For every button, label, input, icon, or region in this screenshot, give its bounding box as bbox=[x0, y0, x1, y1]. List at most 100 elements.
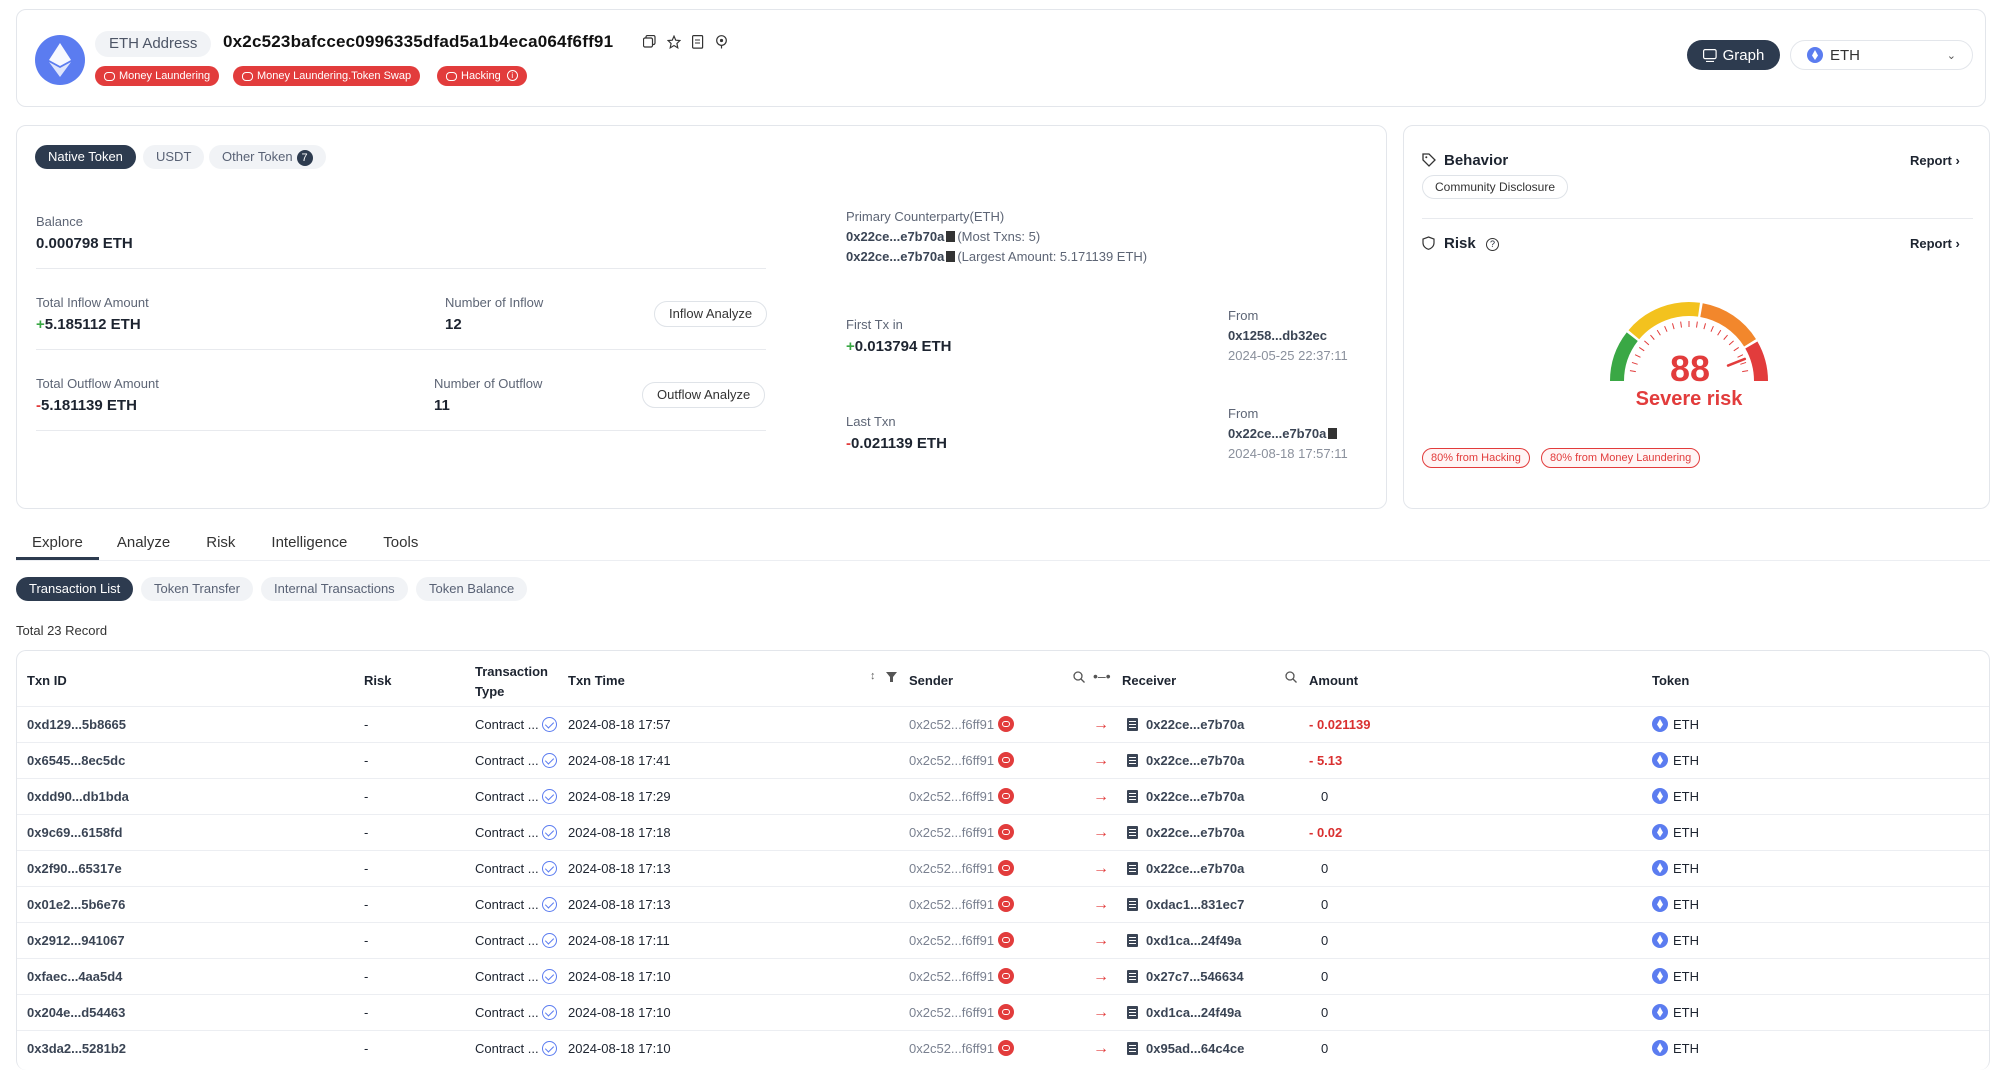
table-row[interactable]: 0x2f90...65317e - Contract ... 2024-08-18 1… bbox=[17, 850, 1989, 886]
table-row[interactable]: 0x3da2...5281b2 - Contract ... 2024-08-18 1… bbox=[17, 1030, 1989, 1066]
primary-counterparty-most[interactable]: 0x22ce...e7b70a (Most Txns: 5) bbox=[846, 229, 1040, 244]
txid-link[interactable]: 0xfaec...4aa5d4 bbox=[27, 959, 122, 994]
sender-cell[interactable]: 0x2c52...f6ff91 bbox=[909, 851, 1015, 886]
tab-other-token[interactable]: Other Token 7 bbox=[209, 145, 326, 169]
table-row[interactable]: 0x9c69...6158fd - Contract ... 2024-08-18 1… bbox=[17, 814, 1989, 850]
txid-link[interactable]: 0x01e2...5b6e76 bbox=[27, 887, 125, 922]
last-from-address[interactable]: 0x22ce...e7b70a bbox=[1228, 426, 1339, 441]
primary-counterparty-largest[interactable]: 0x22ce...e7b70a (Largest Amount: 5.171139… bbox=[846, 249, 1147, 264]
receiver-cell[interactable]: 0x27c7...546634 bbox=[1127, 959, 1244, 994]
receiver-cell[interactable]: 0x22ce...e7b70a bbox=[1127, 743, 1244, 778]
subtab-token-transfer[interactable]: Token Transfer bbox=[141, 577, 253, 601]
receiver-cell[interactable]: 0x95ad...64c4ce bbox=[1127, 1031, 1244, 1066]
amount-cell: 0 bbox=[1321, 933, 1329, 948]
txid-link[interactable]: 0x2912...941067 bbox=[27, 923, 125, 958]
sender-cell[interactable]: 0x2c52...f6ff91 bbox=[909, 959, 1015, 994]
table-header: Txn ID Risk Transaction Type Txn Time ↕ S… bbox=[17, 651, 1989, 706]
receiver-cell[interactable]: 0xdac1...831ec7 bbox=[1127, 887, 1244, 922]
primary-counterparty-label: Primary Counterparty(ETH) bbox=[846, 209, 1005, 224]
risk-source-money-laundering[interactable]: 80% from Money Laundering bbox=[1541, 448, 1701, 468]
sender-cell[interactable]: 0x2c52...f6ff91 bbox=[909, 995, 1015, 1030]
table-row[interactable]: 0x204e...d54463 - Contract ... 2024-08-18 1… bbox=[17, 994, 1989, 1030]
address-header: ETH Address 0x2c523bafccec0996335dfad5a1… bbox=[16, 9, 1986, 107]
direction-arrow-icon: → bbox=[1093, 860, 1109, 877]
risk-level: Severe risk bbox=[1635, 388, 1743, 410]
risk-title: Risk bbox=[1444, 235, 1476, 252]
subtab-token-balance[interactable]: Token Balance bbox=[416, 577, 528, 601]
star-icon[interactable] bbox=[666, 34, 681, 49]
type-cell: Contract ... bbox=[475, 995, 557, 1030]
table-row[interactable]: 0xfaec...4aa5d4 - Contract ... 2024-08-18 1… bbox=[17, 958, 1989, 994]
help-icon[interactable]: ? bbox=[1486, 238, 1499, 251]
sender-cell[interactable]: 0x2c52...f6ff91 bbox=[909, 707, 1015, 742]
sender-cell[interactable]: 0x2c52...f6ff91 bbox=[909, 743, 1015, 778]
receiver-cell[interactable]: 0xd1ca...24f49a bbox=[1127, 923, 1241, 958]
tab-intelligence[interactable]: Intelligence bbox=[253, 532, 365, 560]
table-row[interactable]: 0x6545...8ec5dc - Contract ... 2024-08-18 1… bbox=[17, 742, 1989, 778]
risk-flag-icon bbox=[998, 788, 1015, 804]
tag-money-laundering[interactable]: Money Laundering bbox=[95, 66, 220, 86]
tab-explore[interactable]: Explore bbox=[16, 532, 99, 560]
first-tx-amount: +0.013794 ETH bbox=[846, 338, 952, 355]
txid-link[interactable]: 0x6545...8ec5dc bbox=[27, 743, 125, 778]
txid-link[interactable]: 0x3da2...5281b2 bbox=[27, 1031, 126, 1066]
behavior-title: Behavior bbox=[1444, 152, 1509, 169]
sender-cell[interactable]: 0x2c52...f6ff91 bbox=[909, 815, 1015, 850]
receiver-cell[interactable]: 0x22ce...e7b70a bbox=[1127, 815, 1244, 850]
receiver-cell[interactable]: 0x22ce...e7b70a bbox=[1127, 707, 1244, 742]
sender-cell[interactable]: 0x2c52...f6ff91 bbox=[909, 779, 1015, 814]
risk-flag-icon bbox=[998, 716, 1015, 732]
txid-link[interactable]: 0xdd90...db1bda bbox=[27, 779, 129, 814]
txid-link[interactable]: 0x9c69...6158fd bbox=[27, 815, 122, 850]
subtab-internal-transactions[interactable]: Internal Transactions bbox=[261, 577, 408, 601]
col-txid: Txn ID bbox=[27, 673, 67, 688]
txid-link[interactable]: 0x204e...d54463 bbox=[27, 995, 125, 1030]
col-risk: Risk bbox=[364, 673, 392, 688]
balance-label: Balance bbox=[36, 214, 83, 229]
receiver-cell[interactable]: 0xd1ca...24f49a bbox=[1127, 995, 1241, 1030]
filter-icon[interactable] bbox=[886, 670, 897, 688]
inflow-analyze-button[interactable]: Inflow Analyze bbox=[654, 301, 768, 327]
tab-analyze[interactable]: Analyze bbox=[99, 532, 188, 560]
token-cell: ETH bbox=[1652, 1031, 1699, 1066]
tab-tools[interactable]: Tools bbox=[365, 532, 436, 560]
tab-native-token[interactable]: Native Token bbox=[35, 145, 136, 169]
type-cell: Contract ... bbox=[475, 815, 557, 850]
outflow-analyze-button[interactable]: Outflow Analyze bbox=[642, 382, 766, 408]
table-row[interactable]: 0x01e2...5b6e76 - Contract ... 2024-08-18 1… bbox=[17, 886, 1989, 922]
sender-cell[interactable]: 0x2c52...f6ff91 bbox=[909, 887, 1015, 922]
risk-source-hacking[interactable]: 80% from Hacking bbox=[1422, 448, 1530, 468]
table-row[interactable]: 0x2912...941067 - Contract ... 2024-08-18 1… bbox=[17, 922, 1989, 958]
main-tabs: Explore Analyze Risk Intelligence Tools bbox=[16, 532, 436, 560]
subtab-transaction-list[interactable]: Transaction List bbox=[16, 577, 134, 601]
tag-token-swap[interactable]: Money Laundering.Token Swap bbox=[233, 66, 421, 86]
community-disclosure-tag[interactable]: Community Disclosure bbox=[1422, 175, 1569, 199]
risk-report-link[interactable]: Report › bbox=[1910, 236, 1960, 251]
tab-risk[interactable]: Risk bbox=[188, 532, 253, 560]
inflow-count-label: Number of Inflow bbox=[445, 295, 544, 310]
receiver-search-icon[interactable] bbox=[1285, 670, 1297, 688]
tag-icon bbox=[1422, 153, 1436, 172]
graph-button[interactable]: Graph bbox=[1687, 40, 1780, 70]
sort-icon[interactable]: ↕ bbox=[870, 670, 876, 682]
table-row[interactable]: 0xd129...5b8665 - Contract ... 2024-08-18 1… bbox=[17, 706, 1989, 742]
behavior-report-link[interactable]: Report › bbox=[1910, 153, 1960, 168]
copy-icon[interactable] bbox=[642, 34, 657, 49]
chain-select[interactable]: ETH ⌄ bbox=[1790, 40, 1973, 70]
monitor-icon[interactable] bbox=[714, 34, 729, 49]
txid-link[interactable]: 0x2f90...65317e bbox=[27, 851, 122, 886]
receiver-cell[interactable]: 0x22ce...e7b70a bbox=[1127, 779, 1244, 814]
first-tx-time: 2024-05-25 22:37:11 bbox=[1228, 348, 1348, 363]
shield-icon bbox=[1422, 236, 1435, 255]
tab-usdt[interactable]: USDT bbox=[143, 145, 205, 169]
tag-hacking[interactable]: Hacking i bbox=[437, 66, 527, 86]
sender-cell[interactable]: 0x2c52...f6ff91 bbox=[909, 1031, 1015, 1066]
first-from-address[interactable]: 0x1258...db32ec bbox=[1228, 328, 1327, 343]
sender-search-icon[interactable] bbox=[1073, 670, 1085, 688]
receiver-cell[interactable]: 0x22ce...e7b70a bbox=[1127, 851, 1244, 886]
note-icon[interactable] bbox=[690, 34, 705, 49]
txid-link[interactable]: 0xd129...5b8665 bbox=[27, 707, 126, 742]
table-row[interactable]: 0xdd90...db1bda - Contract ... 2024-08-18 1… bbox=[17, 778, 1989, 814]
sender-cell[interactable]: 0x2c52...f6ff91 bbox=[909, 923, 1015, 958]
link-icon[interactable]: •–• bbox=[1093, 668, 1111, 684]
